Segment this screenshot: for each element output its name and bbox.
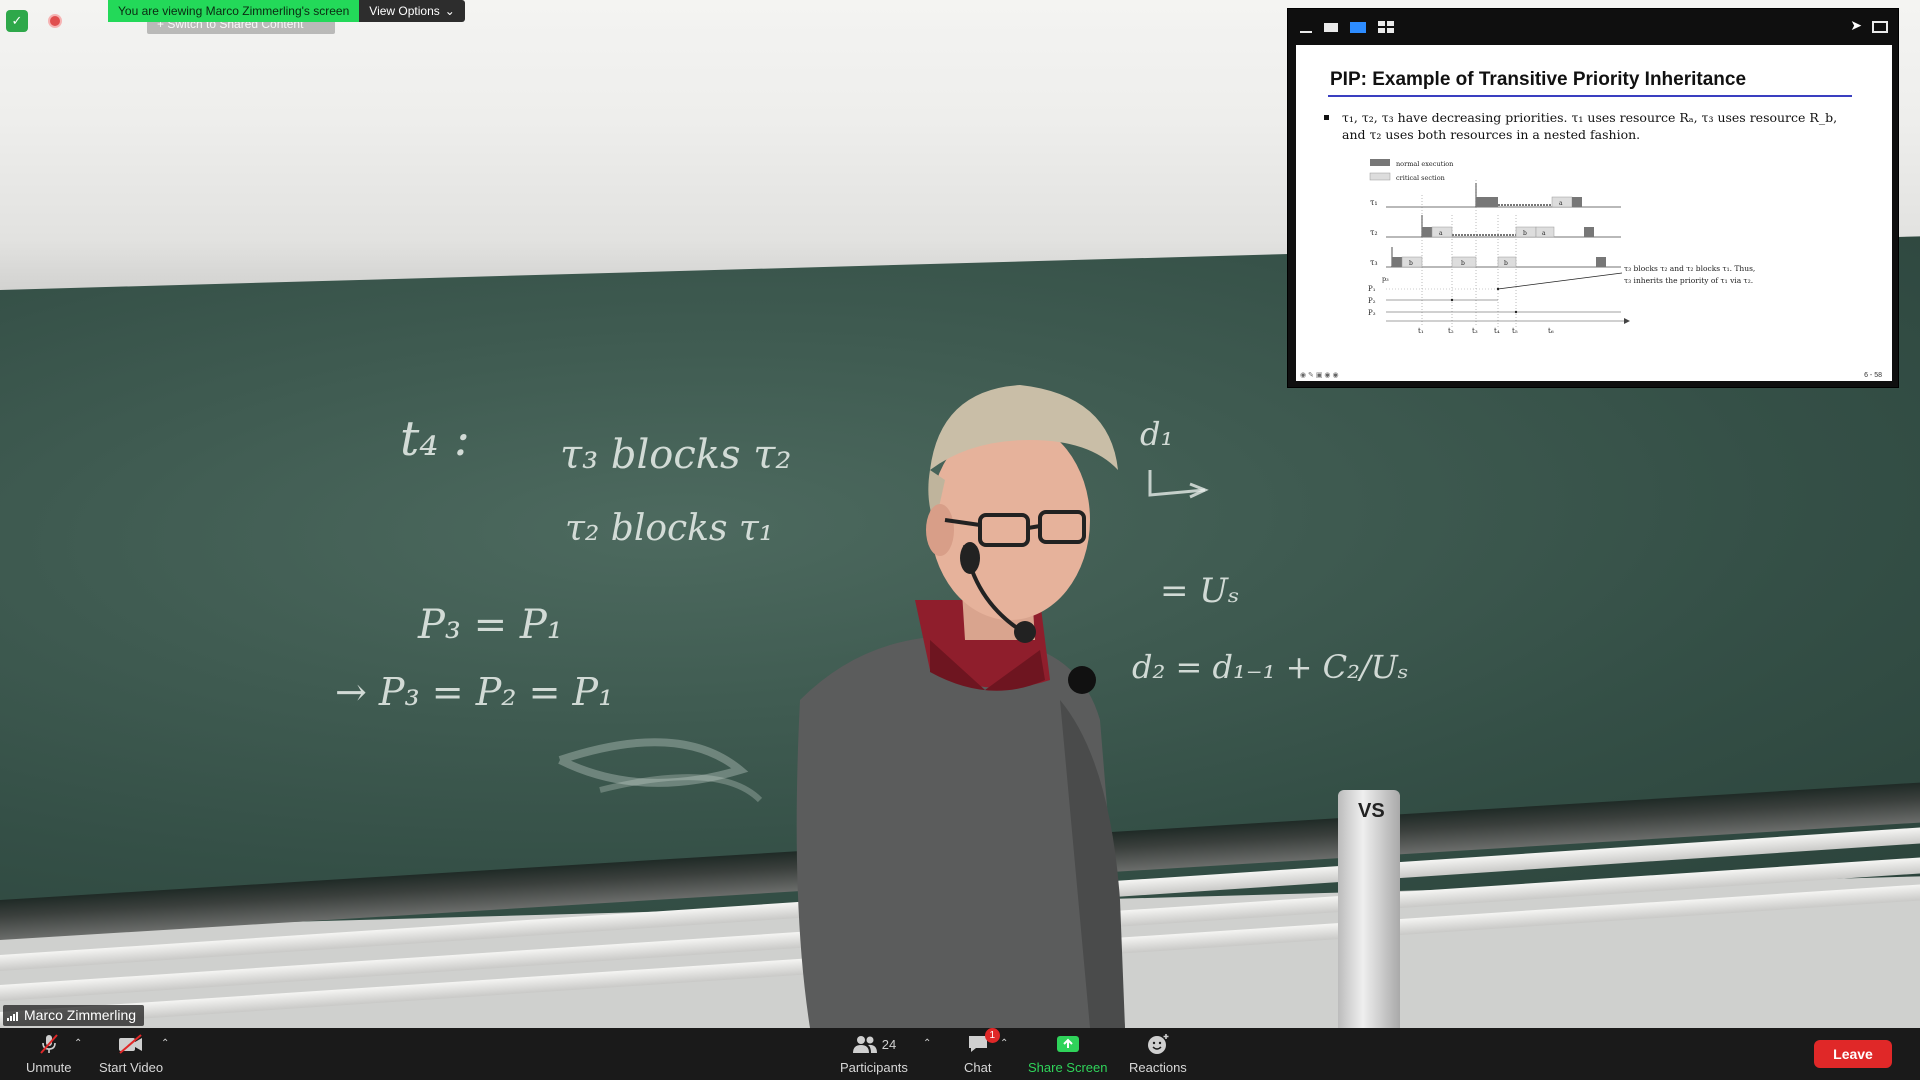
reactions-icon — [1146, 1032, 1170, 1056]
gallery-view-icon[interactable] — [1378, 21, 1394, 33]
annotation-line-2: τ₃ inherits the priority of τ₁ via τ₂. — [1624, 276, 1753, 285]
legend-normal-swatch — [1370, 159, 1390, 166]
legend-normal-label: normal execution — [1396, 160, 1453, 168]
time-label: t₄ — [1494, 327, 1500, 335]
speaker-view-icon[interactable] — [1350, 21, 1366, 33]
block-label: a — [1439, 230, 1443, 237]
chat-unread-badge: 1 — [984, 1028, 1000, 1043]
time-label: t₆ — [1548, 327, 1554, 335]
slide-page-number: 6 - 58 — [1864, 372, 1882, 379]
video-options-caret-icon[interactable]: ⌃ — [161, 1038, 169, 1049]
priority-label: P₁ — [1368, 285, 1376, 293]
chat-button[interactable]: 1 Chat — [964, 1028, 1000, 1075]
mouse-cursor-icon: ➤ — [1850, 17, 1862, 33]
reactions-button[interactable]: Reactions — [1129, 1032, 1187, 1075]
shared-screen-toolbar: ➤ — [1288, 9, 1898, 45]
bullet-dot — [1324, 115, 1329, 120]
participant-name-tag: Marco Zimmerling — [3, 1005, 145, 1026]
audio-options-caret-icon[interactable]: ⌃ — [74, 1038, 82, 1049]
reactions-label: Reactions — [1129, 1060, 1187, 1075]
block-label: a — [1542, 230, 1546, 237]
share-screen-icon — [1055, 1032, 1081, 1056]
block-label: b — [1523, 230, 1527, 237]
legend-critical-swatch — [1369, 172, 1391, 181]
chat-label: Chat — [964, 1060, 992, 1075]
start-video-button[interactable]: Start Video — [99, 1032, 163, 1075]
block-label: b — [1504, 260, 1508, 267]
share-screen-label: Share Screen — [1028, 1060, 1108, 1075]
zoom-meeting-window: t₄ : τ₃ blocks τ₂ τ₂ blocks τ₁ P₃ = P₁ →… — [0, 0, 1920, 1080]
block-label: b — [1461, 260, 1465, 267]
security-shield-icon[interactable]: ✓ — [6, 10, 28, 32]
single-view-icon[interactable] — [1324, 22, 1338, 32]
time-label: t₁ — [1418, 327, 1424, 335]
leave-button[interactable]: Leave — [1814, 1040, 1892, 1068]
chevron-down-icon: ⌄ — [444, 4, 455, 18]
unmute-label: Unmute — [26, 1060, 72, 1075]
presentation-slide: PIP: Example of Transitive Priority Inhe… — [1296, 45, 1892, 381]
participants-count: 24 — [881, 1036, 897, 1052]
minimize-icon[interactable] — [1300, 25, 1312, 33]
shared-screen-window[interactable]: ➤ PIP: Example of Transitive Priority In… — [1287, 8, 1899, 388]
participant-name: Marco Zimmerling — [24, 1007, 137, 1023]
task-label: τ₂ — [1370, 228, 1378, 237]
viewing-banner-text: You are viewing Marco Zimmerling's scree… — [108, 0, 360, 22]
participants-icon: 24 — [852, 1032, 896, 1056]
bullet-line-2: and τ₂ uses both resources in a nested f… — [1342, 127, 1641, 142]
view-options-button[interactable]: View Options ⌄ — [359, 0, 465, 22]
meeting-status-icons: ✓ — [6, 10, 62, 32]
time-label: t₅ — [1512, 327, 1518, 335]
unmute-button[interactable]: Unmute — [26, 1032, 72, 1075]
bullet-line-1: τ₁, τ₂, τ₃ have decreasing priorities. τ… — [1342, 110, 1838, 125]
task-label: τ₃ — [1370, 258, 1378, 267]
meeting-controls-bar: Unmute ⌃ Start Video ⌃ 24 Participants ⌃… — [0, 1028, 1920, 1080]
recording-icon — [48, 14, 62, 28]
legend-critical-label: critical section — [1396, 174, 1445, 182]
block-label: a — [1559, 200, 1563, 207]
time-label: t₂ — [1448, 327, 1454, 335]
participants-caret-icon[interactable]: ⌃ — [923, 1038, 931, 1049]
block-label: b — [1409, 260, 1413, 267]
task-label: τ₁ — [1370, 198, 1378, 207]
exit-fullscreen-icon[interactable] — [1872, 21, 1888, 33]
time-label: t₃ — [1472, 327, 1478, 335]
chat-icon: 1 — [966, 1028, 1000, 1056]
priority-label: p₃ — [1382, 275, 1389, 283]
slide-bullet: τ₁, τ₂, τ₃ have decreasing priorities. τ… — [1324, 109, 1852, 143]
participants-label: Participants — [840, 1060, 908, 1075]
share-screen-button[interactable]: Share Screen — [1028, 1032, 1108, 1075]
priority-inheritance-diagram: normal execution critical section τ₁ τ₂ … — [1368, 159, 1755, 335]
slide-title: PIP: Example of Transitive Priority Inhe… — [1330, 69, 1747, 90]
annotation-line-1: τ₃ blocks τ₂ and τ₂ blocks τ₁. Thus, — [1624, 264, 1755, 273]
start-video-label: Start Video — [99, 1060, 164, 1075]
view-options-label: View Options — [369, 4, 440, 18]
participants-button[interactable]: 24 Participants — [840, 1032, 908, 1075]
title-underline — [1328, 95, 1852, 97]
slide-navigation-icons[interactable]: ◉ ✎ ▣ ◉ ◉ — [1300, 371, 1339, 379]
video-off-icon — [117, 1032, 145, 1056]
viewing-screen-banner: You are viewing Marco Zimmerling's scree… — [108, 0, 465, 22]
chat-caret-icon[interactable]: ⌃ — [1000, 1038, 1008, 1049]
microphone-muted-icon — [37, 1032, 61, 1056]
priority-label: P₃ — [1368, 309, 1376, 317]
signal-strength-icon — [7, 1011, 18, 1021]
priority-label: P₂ — [1368, 297, 1376, 305]
